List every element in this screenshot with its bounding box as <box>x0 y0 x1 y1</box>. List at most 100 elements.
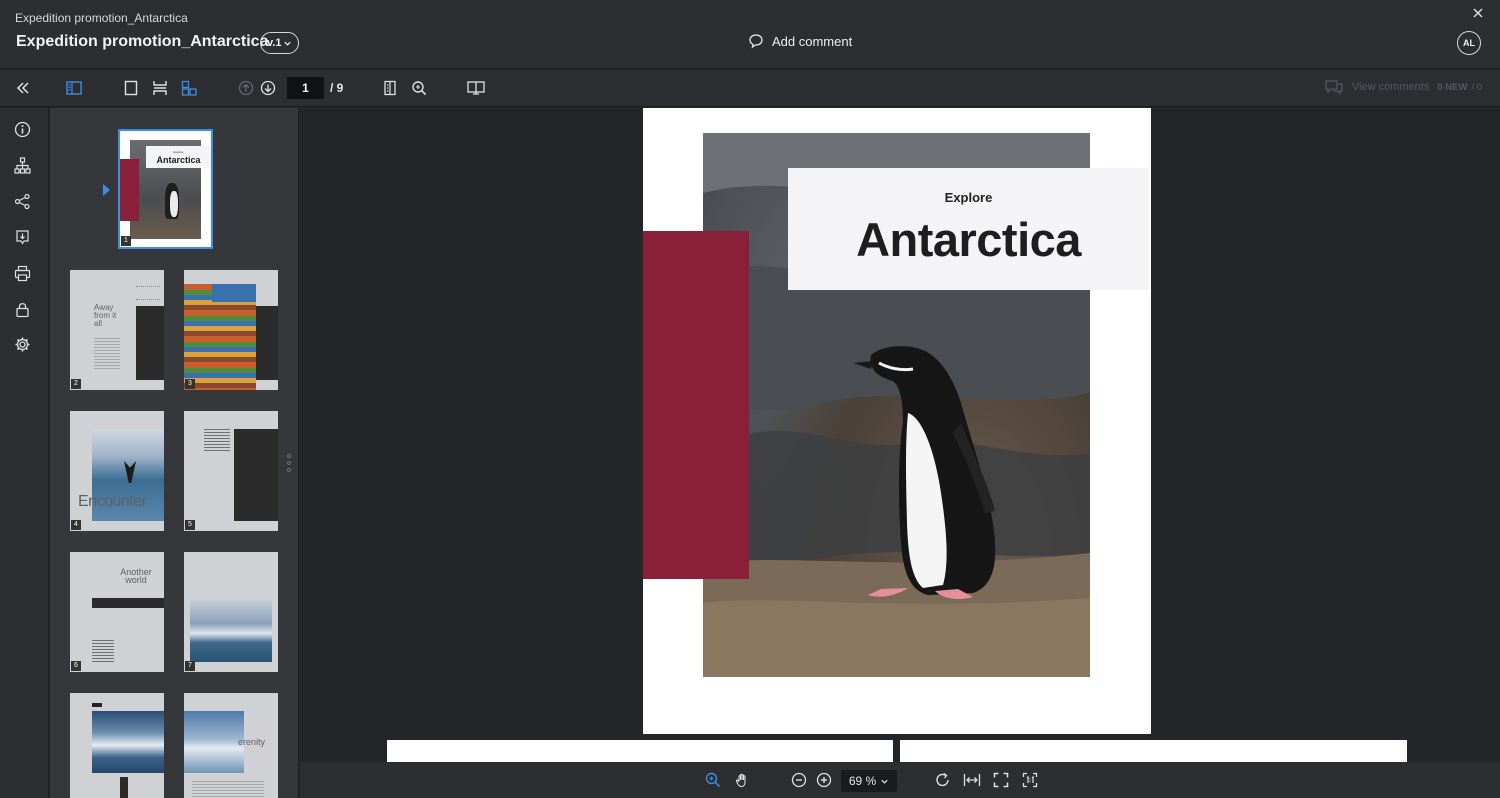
zoom-select-icon[interactable] <box>704 771 722 789</box>
thumbnail-page-8[interactable] <box>70 693 164 798</box>
gear-icon[interactable] <box>13 335 31 353</box>
header-bar: Expedition promotion_Antarctica Expediti… <box>0 0 1500 69</box>
page-number: 5 <box>185 520 195 530</box>
sidebar-icon[interactable] <box>65 79 83 97</box>
collapse-left-icon[interactable] <box>14 79 32 97</box>
view-comments-label: View comments <box>1351 81 1430 93</box>
page-number: 7 <box>185 661 195 671</box>
thumbnail-page-3[interactable]: 3 <box>184 270 278 390</box>
page-title: Antarctica <box>856 213 1081 266</box>
zoom-out-icon[interactable] <box>790 771 808 789</box>
thumbnail-page-9[interactable]: erenity <box>184 693 278 798</box>
page-number: 4 <box>71 520 81 530</box>
thumb-body-text <box>204 429 230 451</box>
chevron-down-icon <box>283 39 292 48</box>
thumb-red-block <box>120 159 139 221</box>
thumb-text <box>136 286 160 300</box>
chevron-down-icon <box>880 777 889 786</box>
thumbnail-page-6[interactable]: Another world 6 <box>70 552 164 672</box>
title-box: Explore Antarctica <box>788 168 1149 290</box>
actual-size-icon[interactable] <box>1021 771 1039 789</box>
view-comments-button[interactable]: View comments 0 NEW / 0 <box>1324 79 1482 95</box>
comments-icon <box>1324 79 1344 95</box>
left-rail <box>0 108 49 798</box>
thumb-body-text <box>94 338 120 370</box>
thumb-title: Antarctica <box>156 155 201 165</box>
add-comment-button[interactable]: Add comment <box>748 33 852 49</box>
thumb-title-box: Explore Antarctica <box>146 146 211 168</box>
thumb-dark-block <box>234 429 278 521</box>
thumb-heading: Another world <box>120 567 152 585</box>
fit-width-icon[interactable] <box>963 771 981 789</box>
zoom-level-select[interactable]: 69 % <box>841 770 897 792</box>
document-canvas: Explore Antarctica <box>300 108 1500 762</box>
thumb-dark-block <box>256 306 278 380</box>
thumbnail-page-1[interactable]: Explore Antarctica 1 <box>118 129 213 249</box>
version-selector[interactable]: v.1 <box>260 32 300 54</box>
panel-resize-handle[interactable] <box>286 454 292 472</box>
next-page-right <box>900 740 1407 762</box>
page-number: 1 <box>121 236 131 246</box>
version-label: v.1 <box>267 37 282 49</box>
hand-icon[interactable] <box>734 771 752 789</box>
page-total: / 9 <box>330 81 344 95</box>
download-icon[interactable] <box>13 228 31 246</box>
page-kicker: Explore <box>944 190 993 205</box>
new-comments-count: 0 NEW <box>1437 81 1468 93</box>
continuous-page-icon[interactable] <box>151 79 169 97</box>
add-comment-label: Add comment <box>772 33 853 49</box>
next-page-left <box>387 740 893 762</box>
thumb-dark-band <box>92 598 164 608</box>
grid-view-icon[interactable] <box>180 79 198 97</box>
thumb-glacier-photo <box>190 598 272 662</box>
fullscreen-icon[interactable] <box>992 771 1010 789</box>
close-icon[interactable] <box>1472 7 1486 21</box>
thumb-body-text <box>92 640 114 664</box>
document-title: Expedition promotion_Antarctica <box>16 33 269 50</box>
zoom-in-icon[interactable] <box>815 771 833 789</box>
single-page-icon[interactable] <box>122 79 140 97</box>
zoom-toolbar: 69 % <box>300 762 1500 798</box>
hierarchy-icon[interactable] <box>13 156 31 174</box>
red-accent-block <box>643 231 749 579</box>
page-compare-icon[interactable] <box>381 79 399 97</box>
thumb-dark-block <box>120 777 128 798</box>
page-number: 3 <box>185 379 195 389</box>
current-page-indicator <box>103 184 110 196</box>
page-number: 6 <box>71 661 81 671</box>
info-icon[interactable] <box>13 120 31 138</box>
magnify-icon[interactable] <box>410 79 428 97</box>
thumb-heading: Away from it all <box>94 303 117 328</box>
page-number-input[interactable] <box>287 77 324 99</box>
print-icon[interactable] <box>13 264 31 282</box>
viewer-toolbar: / 9 View comments 0 NEW / 0 <box>0 70 1500 107</box>
thumbnail-page-7[interactable]: 7 <box>184 552 278 672</box>
total-comments-count: / 0 <box>1471 81 1482 93</box>
thumb-kicker: Explore <box>173 150 184 154</box>
thumb-tag <box>92 703 102 707</box>
thumb-heading: erenity <box>238 737 266 747</box>
thumb-iceberg-photo <box>92 711 164 773</box>
thumb-dark-block <box>136 306 164 380</box>
thumbnail-page-4[interactable]: Encounter 4 <box>70 411 164 531</box>
thumb-ice-photo <box>184 711 244 773</box>
breadcrumb: Expedition promotion_Antarctica <box>15 11 188 25</box>
arrow-down-circle-icon[interactable] <box>259 79 277 97</box>
rotate-icon[interactable] <box>934 771 952 789</box>
thumbnail-page-2[interactable]: Away from it all 2 <box>70 270 164 390</box>
thumb-body-text <box>192 781 264 798</box>
thumbnail-panel: Explore Antarctica 1 Away from it all 2 … <box>50 108 299 798</box>
thumb-penguin-belly <box>170 191 178 217</box>
avatar[interactable]: AL <box>1457 31 1481 55</box>
chat-bubble-icon <box>748 33 764 49</box>
thumb-sign <box>212 284 256 302</box>
thumb-heading: Encounter <box>78 493 147 510</box>
document-page: Explore Antarctica <box>643 108 1151 734</box>
arrow-up-circle-icon[interactable] <box>237 79 255 97</box>
thumbnail-page-5[interactable]: 5 <box>184 411 278 531</box>
lock-icon[interactable] <box>13 300 31 318</box>
split-view-icon[interactable] <box>467 79 485 97</box>
share-icon[interactable] <box>13 192 31 210</box>
zoom-level: 69 % <box>848 774 877 788</box>
page-number: 2 <box>71 379 81 389</box>
